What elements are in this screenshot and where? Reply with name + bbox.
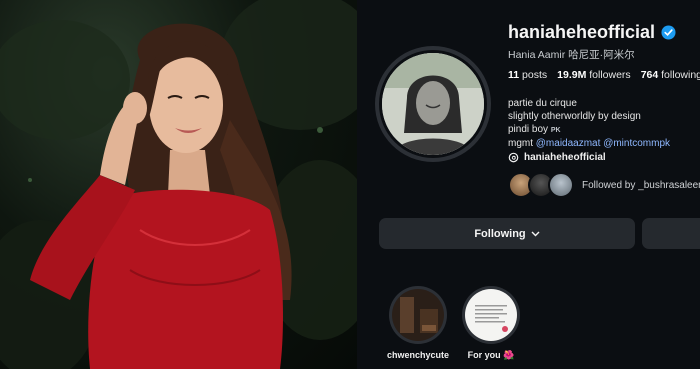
profile-avatar[interactable]	[375, 46, 491, 162]
mention-link-mintcommpk[interactable]: @mintcommpk	[603, 138, 670, 149]
hibiscus-icon: 🌺	[503, 350, 515, 360]
highlight-cover-image	[392, 289, 444, 341]
mention-link-maidaazmat[interactable]: @maidaazmat	[536, 138, 601, 149]
bio-line: mgmt @maidaazmat @mintcommpk	[508, 138, 671, 149]
profile-username[interactable]: haniaheheofficial	[508, 22, 655, 43]
profile-full-name: Hania Aamir 哈尼亚·阿米尔	[508, 49, 635, 61]
threads-handle: haniaheheofficial	[524, 152, 606, 163]
message-button[interactable]	[642, 218, 700, 249]
mutual-avatars	[508, 172, 574, 198]
verified-badge-icon	[661, 25, 676, 40]
highlight-cover-image	[465, 289, 517, 341]
highlight-label: For you 🌺	[467, 350, 515, 360]
threads-icon	[508, 152, 519, 163]
story-highlight[interactable]: For you 🌺	[460, 286, 522, 361]
username-row: haniaheheofficial	[508, 22, 676, 43]
woman-in-red-dress-image	[0, 0, 357, 369]
chevron-down-icon	[531, 231, 540, 236]
followers-stat[interactable]: 19.9M followers	[557, 69, 631, 81]
profile-photo-banner	[0, 0, 357, 369]
profile-stats: 11 posts 19.9M followers 764 following	[508, 69, 700, 81]
story-highlight[interactable]: chwenchycute	[387, 286, 449, 360]
bio-line: slightly otherworldly by design	[508, 111, 641, 122]
followed-by-text: Followed by _bushrasaleem	[582, 179, 700, 191]
threads-link[interactable]: haniaheheofficial	[508, 152, 606, 163]
bio-line: pindi boy PK	[508, 124, 561, 135]
bio-line: partie du cirque	[508, 98, 577, 109]
posts-stat: 11 posts	[508, 69, 548, 81]
avatar-image	[382, 53, 484, 155]
following-button-label: Following	[474, 227, 526, 240]
following-stat[interactable]: 764 following	[641, 69, 700, 81]
highlight-label: chwenchycute	[387, 350, 450, 360]
followed-by-row[interactable]: Followed by _bushrasaleem	[508, 172, 700, 198]
avatar	[548, 172, 574, 198]
pk-flag-icon: PK	[550, 127, 561, 134]
profile-panel: haniaheheofficial Hania Aamir 哈尼亚·阿米尔 11…	[357, 0, 700, 369]
following-button[interactable]: Following	[379, 218, 635, 249]
profile-bio: partie du cirque slightly otherworldly b…	[508, 97, 670, 150]
